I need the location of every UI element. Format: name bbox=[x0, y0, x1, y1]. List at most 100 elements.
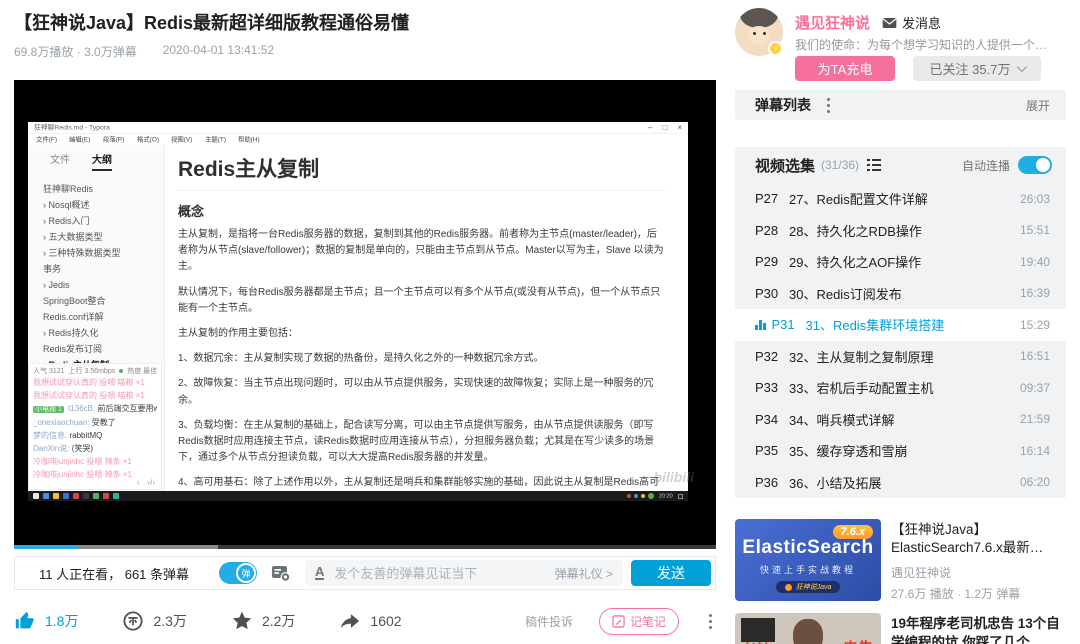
window-control-icon: □ bbox=[662, 123, 667, 132]
page-title: 【狂神说Java】Redis最新超详细版教程通俗易懂 bbox=[14, 9, 409, 35]
outline-item[interactable]: › Nosql概述 bbox=[28, 197, 164, 213]
like-button[interactable]: 1.8万 bbox=[14, 610, 78, 632]
outline-item[interactable]: › Jedis bbox=[28, 277, 164, 293]
outline-item[interactable]: SpringBoot整合 bbox=[28, 293, 164, 309]
followed-button[interactable]: 已关注 35.7万 bbox=[913, 56, 1041, 81]
coin-button[interactable]: 2.3万 bbox=[122, 610, 186, 632]
share-button[interactable]: 1602 bbox=[339, 610, 401, 632]
danmaku-toggle[interactable]: 弹 bbox=[219, 562, 257, 584]
episode-number: P30 bbox=[755, 286, 789, 301]
playlist-count: (31/36) bbox=[821, 158, 859, 172]
outline-item[interactable]: 事务 bbox=[28, 261, 164, 277]
version-badge: 7.6.x bbox=[833, 525, 873, 539]
episode-item[interactable]: P32 32、主从复制之复制原理 16:51 bbox=[735, 341, 1066, 373]
doc-paragraph: 主从复制的作用主要包括： bbox=[178, 326, 666, 342]
menu-item: 帮助(H) bbox=[238, 135, 260, 144]
episode-number: P34 bbox=[755, 412, 789, 427]
episode-item[interactable]: P30 30、Redis订阅发布 16:39 bbox=[735, 278, 1066, 310]
tab-outline[interactable]: 大纲 bbox=[92, 151, 112, 171]
recommend-list: 7.6.x ElasticSearch 快速上手实战教程 狂神说Java 【狂神… bbox=[735, 519, 1066, 644]
chat-text: 投喂 辣条 ×1 bbox=[86, 457, 132, 466]
autoplay-toggle[interactable] bbox=[1018, 156, 1052, 174]
episode-duration: 16:14 bbox=[1020, 444, 1050, 458]
chat-username: _onexiaochuan: bbox=[33, 418, 90, 427]
favorite-button[interactable]: 2.2万 bbox=[231, 610, 295, 632]
episode-duration: 21:59 bbox=[1020, 412, 1050, 426]
menu-item: 主题(T) bbox=[205, 135, 226, 144]
video-thumbnail: 老韩 忠告 bbox=[735, 613, 881, 644]
doc-heading-2: 概念 bbox=[178, 201, 666, 220]
playlist-header: 视频选集 (31/36) 自动连播 bbox=[735, 147, 1066, 183]
uploader-name[interactable]: 遇见狂神说 bbox=[795, 12, 870, 33]
taskbar-clock: 20:20 bbox=[659, 493, 673, 499]
episode-number: P32 bbox=[755, 349, 789, 364]
episode-item[interactable]: P33 33、宕机后手动配置主机 09:37 bbox=[735, 372, 1066, 404]
episode-title: 35、缓存穿透和雪崩 bbox=[789, 441, 1012, 460]
episode-item[interactable]: P35 35、缓存穿透和雪崩 16:14 bbox=[735, 435, 1066, 467]
charge-badge-icon bbox=[768, 41, 783, 56]
danmaku-input[interactable] bbox=[334, 566, 548, 581]
episode-item[interactable]: P36 36、小结及拓展 06:20 bbox=[735, 467, 1066, 499]
danmaku-settings-icon[interactable] bbox=[271, 564, 291, 582]
danmaku-list-more-icon[interactable] bbox=[823, 94, 834, 117]
publish-date: 2020-04-01 13:41:52 bbox=[163, 43, 274, 60]
outline-item[interactable]: Redis发布订阅 bbox=[28, 341, 164, 357]
report-link[interactable]: 稿件投诉 bbox=[525, 613, 573, 630]
outline-item[interactable]: › 三种特殊数据类型 bbox=[28, 245, 164, 261]
charge-button[interactable]: 为TA充电 bbox=[795, 56, 895, 81]
note-icon bbox=[612, 615, 625, 628]
episode-number: P33 bbox=[755, 380, 789, 395]
video-player[interactable]: 狂神聊Redis.md - Typora –□× 文件(F)编辑(E)段落(P)… bbox=[14, 80, 716, 549]
take-notes-button[interactable]: 记笔记 bbox=[599, 608, 679, 635]
window-control-icon: × bbox=[677, 123, 682, 132]
stream-stats-bar: 人气 3121 上行 3.56mbps 热度 最佳 bbox=[33, 366, 157, 376]
playlist-list-icon[interactable] bbox=[867, 159, 881, 171]
send-message-link[interactable]: 发消息 bbox=[882, 13, 941, 32]
episode-title: 34、哨兵模式详解 bbox=[789, 410, 1012, 429]
bilibili-watermark: bilibili bbox=[654, 469, 694, 485]
windows-taskbar: 20:20 bbox=[28, 491, 688, 501]
tab-files[interactable]: 文件 bbox=[50, 151, 70, 171]
episode-title: 31、Redis集群环境搭建 bbox=[806, 315, 1012, 334]
outline-item[interactable]: › Redis持久化 bbox=[28, 325, 164, 341]
live-chat-overlay: 人气 3121 上行 3.56mbps 热度 最佳 我想试试穿认真的 投喂 喵粮… bbox=[28, 363, 162, 490]
code-icon: ‹/› bbox=[147, 478, 155, 487]
episode-item[interactable]: P27 27、Redis配置文件详解 26:03 bbox=[735, 183, 1066, 215]
episode-item[interactable]: P31 31、Redis集群环境搭建 15:29 bbox=[735, 309, 1066, 341]
typora-window-title: 狂神聊Redis.md - Typora bbox=[34, 123, 110, 132]
more-actions-icon[interactable] bbox=[705, 610, 716, 633]
outline-item[interactable]: 狂神聊Redis bbox=[28, 181, 164, 197]
chat-footer-icons: ‹ ‹/› bbox=[137, 478, 155, 487]
chat-text: 前后端交互要用websocket吗 bbox=[97, 404, 157, 413]
danmaku-etiquette-link[interactable]: 弹幕礼仪 > bbox=[555, 565, 613, 582]
envelope-icon bbox=[882, 17, 897, 29]
episode-item[interactable]: P29 29、持久化之AOF操作 19:40 bbox=[735, 246, 1066, 278]
playlist-panel: 视频选集 (31/36) 自动连播 P27 27、Redis配置文件详解 26:… bbox=[735, 147, 1066, 498]
recommend-card[interactable]: 老韩 忠告 19年程序老司机忠告 13个自学编程的坑 你踩了几个 bbox=[735, 613, 1066, 644]
player-progress-bar[interactable] bbox=[14, 545, 716, 549]
send-danmaku-button[interactable]: 发送 bbox=[631, 560, 711, 586]
brand-dot-icon bbox=[785, 584, 792, 591]
like-count: 1.8万 bbox=[45, 611, 78, 631]
chat-text: 投喂 喵粮 ×1 bbox=[99, 391, 145, 400]
episode-number: P29 bbox=[755, 254, 789, 269]
doc-paragraph: 默认情况下，每台Redis服务器都是主节点；且一个主节点可以有多个从节点(或没有… bbox=[178, 285, 666, 317]
system-tray: 20:20 bbox=[627, 493, 683, 500]
autoplay-control: 自动连播 bbox=[962, 156, 1052, 174]
watching-count: 11 人正在看， 661 条弹幕 bbox=[39, 564, 189, 583]
recommend-video-stats: 27.6万 播放 · 1.2万 弹幕 bbox=[891, 585, 1066, 602]
chat-text: rabbitMQ bbox=[69, 431, 102, 440]
stream-status: 热度 最佳 bbox=[127, 366, 157, 376]
episode-duration: 26:03 bbox=[1020, 192, 1050, 206]
episode-item[interactable]: P34 34、哨兵模式详解 21:59 bbox=[735, 404, 1066, 436]
outline-item[interactable]: › Redis入门 bbox=[28, 213, 164, 229]
outline-item[interactable]: › 五大数据类型 bbox=[28, 229, 164, 245]
episode-list: P27 27、Redis配置文件详解 26:03 P28 28、持久化之RDB操… bbox=[735, 183, 1066, 498]
chat-message: 我想试试穿认真的 投喂 喵粮 ×1 bbox=[33, 376, 157, 389]
outline-item[interactable]: Redis.conf详解 bbox=[28, 309, 164, 325]
episode-duration: 16:39 bbox=[1020, 286, 1050, 300]
expand-button[interactable]: 展开 bbox=[1026, 97, 1050, 114]
font-style-icon[interactable]: A bbox=[315, 566, 324, 580]
recommend-card[interactable]: 7.6.x ElasticSearch 快速上手实战教程 狂神说Java 【狂神… bbox=[735, 519, 1066, 602]
episode-item[interactable]: P28 28、持久化之RDB操作 15:51 bbox=[735, 215, 1066, 247]
